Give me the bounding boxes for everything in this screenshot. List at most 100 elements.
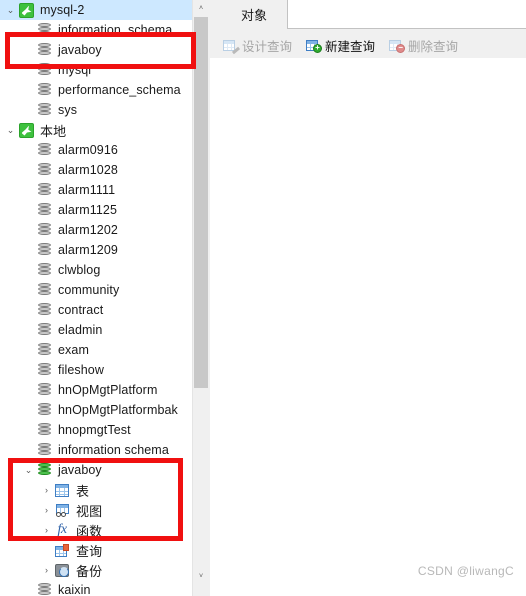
database-icon [37,363,51,377]
chevron-down-icon[interactable]: ⌄ [4,120,17,140]
tree-item-icon [17,1,35,19]
tree-item-clwblog[interactable]: clwblog [0,260,192,280]
tree-item-label: 表 [76,483,90,499]
object-list-area[interactable]: CSDN @liwangC [210,58,526,596]
tree-item-icon [17,121,35,139]
query-icon [55,543,69,557]
database-active-icon [37,463,51,477]
tree-item-label: 本地 [40,123,67,139]
tree-item-alarm1125[interactable]: alarm1125 [0,200,192,220]
tree-item-label: mysql-2 [40,3,85,17]
tree-item-hnopmgtplatformbak[interactable]: hnOpMgtPlatformbak [0,400,192,420]
tree-item-icon [35,61,53,79]
tree-item--[interactable]: › fx 函数 [0,520,192,540]
tree-item-icon [35,381,53,399]
tree-item-icon [35,241,53,259]
tree-item-community[interactable]: community [0,280,192,300]
tree-item-icon [35,361,53,379]
database-icon [37,183,51,197]
tree-item-icon [35,181,53,199]
delete-query-button[interactable]: − 删除查询 [387,34,460,56]
tree-item-label: eladmin [58,323,103,337]
tree-item-javaboy[interactable]: javaboy [0,40,192,60]
database-icon [37,443,51,457]
tree-item-label: alarm1028 [58,163,118,177]
tab-strip: 对象 [210,0,526,29]
tree-item-icon [35,161,53,179]
chevron-right-icon[interactable]: › [40,500,53,520]
design-query-button[interactable]: 设计查询 [221,34,294,56]
chevron-right-icon[interactable]: › [40,520,53,540]
scroll-up-icon[interactable]: ˄ [193,0,209,16]
tree-item-alarm1202[interactable]: alarm1202 [0,220,192,240]
new-query-button[interactable]: + 新建查询 [304,34,377,56]
tree-item-icon [35,281,53,299]
tree-item-fileshow[interactable]: fileshow [0,360,192,380]
backup-icon [55,563,69,577]
tree-item-information-schema[interactable]: information_schema [0,20,192,40]
tree-item-icon [35,321,53,339]
table-icon [55,483,69,497]
tree-item-icon [35,141,53,159]
tree-item-icon [35,41,53,59]
tree-item-label: alarm0916 [58,143,118,157]
tree-item-mysql-2[interactable]: ⌄ mysql-2 [0,0,192,20]
tree-item--[interactable]: › 表 [0,480,192,500]
tree-item-alarm0916[interactable]: alarm0916 [0,140,192,160]
tree-vertical-scrollbar[interactable]: ˄ ˅ [192,0,209,596]
chevron-right-icon[interactable]: › [40,480,53,500]
database-icon [37,43,51,57]
tree-item--[interactable]: 查询 [0,540,192,560]
database-tree[interactable]: ⌄ mysql-2 information_schema javaboy mysql pe… [0,0,192,596]
tree-item-label: hnOpMgtPlatform [58,383,158,397]
tree-item-label: 视图 [76,503,103,519]
new-query-label: 新建查询 [325,39,376,54]
tree-item-sys[interactable]: sys [0,100,192,120]
tree-item-label: alarm1125 [58,203,118,217]
database-icon [37,263,51,277]
tree-item-label: 查询 [76,543,103,559]
tree-item-contract[interactable]: contract [0,300,192,320]
tree-item-alarm1028[interactable]: alarm1028 [0,160,192,180]
design-query-label: 设计查询 [242,39,293,54]
tree-item-label: alarm1209 [58,243,118,257]
tree-item-icon [35,461,53,479]
database-tree-panel[interactable]: ⌄ mysql-2 information_schema javaboy mysql pe… [0,0,192,596]
tree-item-label: javaboy [58,463,102,477]
tree-item-label: performance_schema [58,83,181,97]
tree-item-label: alarm1202 [58,223,118,237]
chevron-down-icon[interactable]: ⌄ [4,0,17,20]
tree-item-label: hnOpMgtPlatformbak [58,403,178,417]
nav-cat-window: ⌄ mysql-2 information_schema javaboy mysql pe… [0,0,526,596]
scroll-down-icon[interactable]: ˅ [193,568,209,584]
tree-item-icon [53,481,71,499]
tree-item-hnopmgtplatform[interactable]: hnOpMgtPlatform [0,380,192,400]
chevron-right-icon[interactable]: › [40,560,53,580]
chevron-down-icon[interactable]: ⌄ [22,460,35,480]
tree-item-label: sys [58,103,78,117]
tree-item-information-schema[interactable]: information schema [0,440,192,460]
tree-item-icon [53,561,71,579]
tree-item-eladmin[interactable]: eladmin [0,320,192,340]
scrollbar-thumb[interactable] [194,17,208,388]
tree-item-exam[interactable]: exam [0,340,192,360]
database-icon [37,203,51,217]
tree-item--[interactable]: ⌄ 本地 [0,120,192,140]
tree-item-icon [53,501,71,519]
database-icon [37,383,51,397]
tree-item-performance-schema[interactable]: performance_schema [0,80,192,100]
tree-item-alarm1111[interactable]: alarm1111 [0,180,192,200]
tree-item-hnopmgttest[interactable]: hnopmgtTest [0,420,192,440]
tree-item-alarm1209[interactable]: alarm1209 [0,240,192,260]
tab-object[interactable]: 对象 [224,0,284,28]
function-icon: fx [57,522,67,537]
tree-item-label: community [58,283,120,297]
tree-item-label: fileshow [58,363,104,377]
tree-item-javaboy[interactable]: ⌄ javaboy [0,460,192,480]
tree-item-mysql[interactable]: mysql [0,60,192,80]
tree-item-label: hnopmgtTest [58,423,131,437]
database-icon [37,83,51,97]
tree-item--[interactable]: › 备份 [0,560,192,580]
tree-item-kaixin[interactable]: kaixin [0,580,192,596]
tree-item--[interactable]: › 视图 [0,500,192,520]
